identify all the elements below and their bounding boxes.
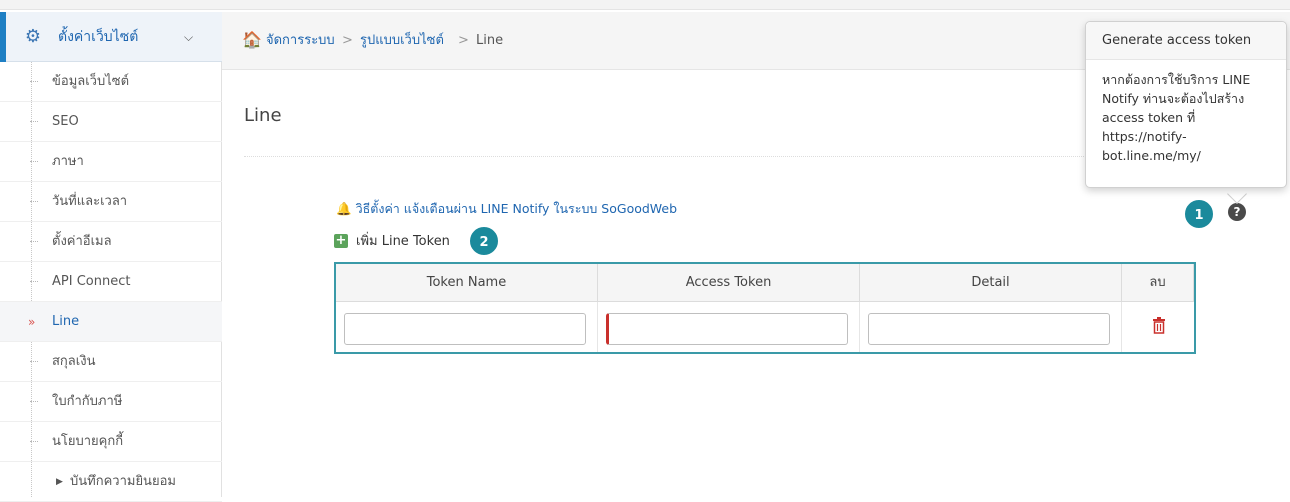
- sidebar-item-cookie-policy[interactable]: นโยบายคุกกี้: [0, 422, 222, 462]
- breadcrumb-website-theme[interactable]: รูปแบบเว็บไซต์: [360, 32, 444, 50]
- sidebar-item-language[interactable]: ภาษา: [0, 142, 222, 182]
- sidebar-item-label: บันทึกความยินยอม: [70, 474, 176, 489]
- popover-title: Generate access token: [1086, 22, 1286, 60]
- breadcrumb-separator: >: [342, 33, 353, 48]
- column-header-detail: Detail: [860, 264, 1122, 302]
- sidebar-item-label: Line: [52, 314, 80, 329]
- token-name-input[interactable]: [344, 313, 586, 345]
- sidebar-item-currency[interactable]: สกุลเงิน: [0, 342, 222, 382]
- column-header-delete: ลบ: [1122, 264, 1194, 302]
- active-arrow-icon: »: [28, 315, 36, 329]
- sidebar-subitem-consent-log[interactable]: ▶ บันทึกความยินยอม: [0, 462, 222, 502]
- table-cell-detail: [860, 302, 1122, 352]
- page-title: Line: [244, 105, 282, 126]
- tree-dot-icon: [30, 121, 38, 122]
- sidebar: ⚙ ตั้งค่าเว็บไซต์ ⌵ ข้อมูลเว็บไซต์ SEO ภ…: [0, 12, 222, 502]
- detail-input[interactable]: [868, 313, 1110, 345]
- sidebar-header-accent: [0, 12, 6, 62]
- breadcrumb-system-management[interactable]: จัดการระบบ: [266, 32, 335, 50]
- column-header-access-token: Access Token: [598, 264, 860, 302]
- trash-icon[interactable]: [1152, 316, 1166, 334]
- home-icon[interactable]: 🏠: [242, 30, 262, 50]
- tree-dot-icon: [30, 401, 38, 402]
- column-header-token-name: Token Name: [336, 264, 598, 302]
- add-line-token-label: เพิ่ม Line Token: [356, 234, 450, 249]
- sidebar-item-website-info[interactable]: ข้อมูลเว็บไซต์: [0, 62, 222, 102]
- sidebar-item-label: SEO: [52, 114, 79, 129]
- sidebar-item-date-time[interactable]: วันที่และเวลา: [0, 182, 222, 222]
- sidebar-header-website-settings[interactable]: ⚙ ตั้งค่าเว็บไซต์ ⌵: [0, 12, 222, 62]
- step-badge-2: 2: [468, 225, 500, 257]
- plus-icon: +: [334, 233, 348, 248]
- tree-dot-icon: [30, 361, 38, 362]
- sidebar-item-email-settings[interactable]: ตั้งค่าอีเมล: [0, 222, 222, 262]
- sidebar-item-label: นโยบายคุกกี้: [52, 434, 124, 449]
- line-notify-guide-text: วิธีตั้งค่า แจ้งเตือนผ่าน LINE Notify ใน…: [355, 201, 678, 216]
- access-token-input[interactable]: [606, 313, 848, 345]
- line-token-table: Token Name Access Token Detail ลบ: [334, 262, 1196, 354]
- sidebar-header-label: ตั้งค่าเว็บไซต์: [58, 29, 139, 45]
- sidebar-item-api-connect[interactable]: API Connect: [0, 262, 222, 302]
- table-cell-token-name: [336, 302, 598, 352]
- bell-icon: 🔔: [336, 201, 352, 216]
- tree-dot-icon: [30, 81, 38, 82]
- line-notify-guide-link[interactable]: 🔔 วิธีตั้งค่า แจ้งเตือนผ่าน LINE Notify ใ…: [336, 200, 677, 218]
- help-icon[interactable]: ?: [1228, 203, 1246, 221]
- sidebar-item-label: ใบกำกับภาษี: [52, 394, 123, 409]
- tree-dot-icon: [30, 201, 38, 202]
- tree-dot-icon: [30, 161, 38, 162]
- chevron-down-icon[interactable]: ⌵: [184, 26, 193, 48]
- tree-dot-icon: [30, 241, 38, 242]
- sidebar-item-label: API Connect: [52, 274, 131, 289]
- sidebar-item-label: วันที่และเวลา: [52, 194, 128, 209]
- sidebar-item-label: ภาษา: [52, 154, 84, 169]
- sidebar-item-label: ตั้งค่าอีเมล: [52, 234, 112, 249]
- sidebar-item-label: สกุลเงิน: [52, 354, 96, 369]
- table-cell-access-token: [598, 302, 860, 352]
- popover-body: หากต้องการใช้บริการ LINE Notify ท่านจะต้…: [1102, 72, 1251, 163]
- top-strip: [0, 0, 1290, 10]
- sidebar-item-tax-invoice[interactable]: ใบกำกับภาษี: [0, 382, 222, 422]
- tree-dot-icon: [30, 281, 38, 282]
- tree-dot-icon: [30, 441, 38, 442]
- step-badge-1: 1: [1183, 198, 1215, 230]
- caret-right-icon: ▶: [56, 477, 63, 487]
- sidebar-item-seo[interactable]: SEO: [0, 102, 222, 142]
- breadcrumb-separator: >: [458, 33, 469, 48]
- sidebar-item-label: ข้อมูลเว็บไซต์: [52, 74, 130, 89]
- sidebar-item-line[interactable]: » Line: [0, 302, 222, 342]
- access-token-popover: Generate access token หากต้องการใช้บริกา…: [1085, 21, 1287, 188]
- breadcrumb-current: Line: [476, 33, 504, 48]
- table-cell-delete: [1122, 302, 1194, 352]
- gear-icon: ⚙: [24, 26, 42, 47]
